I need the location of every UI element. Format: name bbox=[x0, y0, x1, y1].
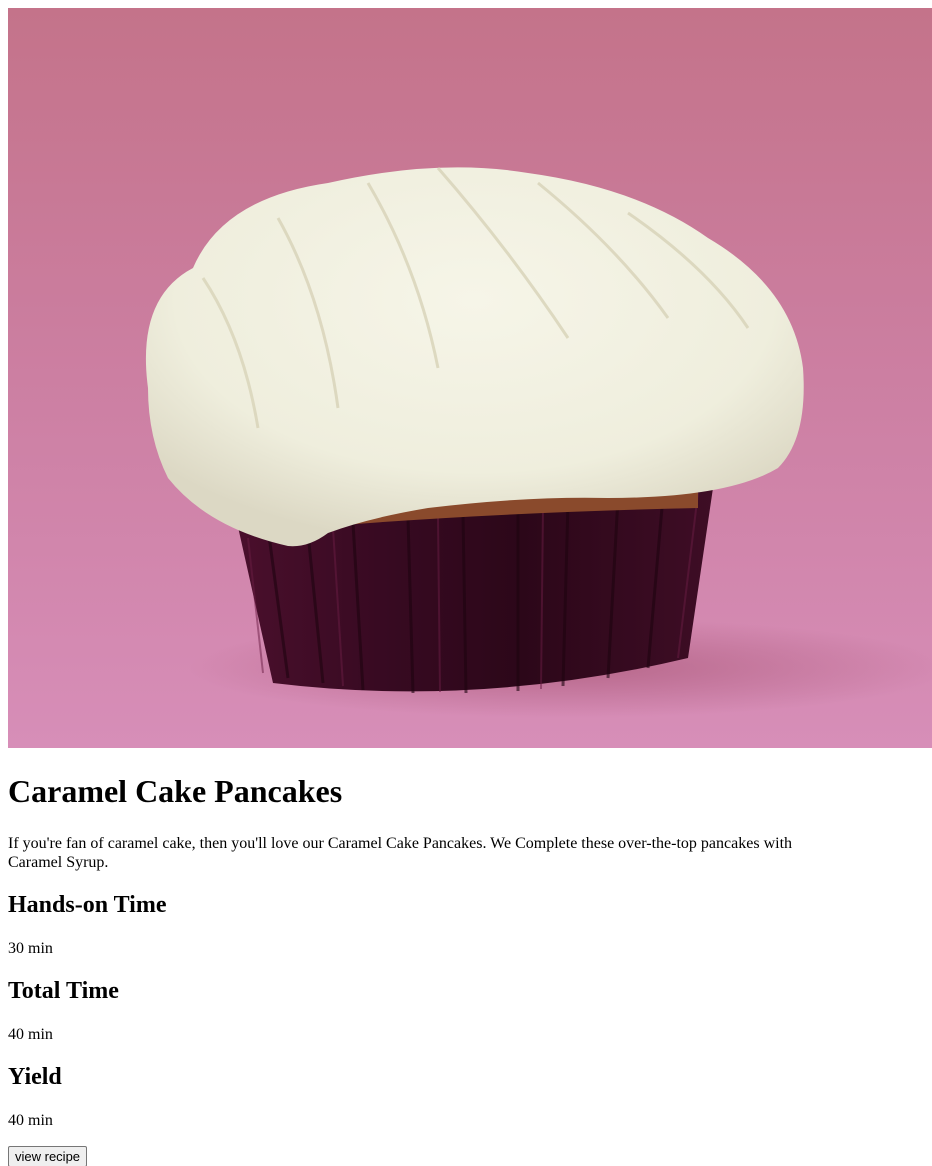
view-recipe-button[interactable]: view recipe bbox=[8, 1146, 88, 1166]
yield-heading: Yield bbox=[8, 1064, 62, 1090]
recipe-card: Caramel Cake Pancakes If you're fan of c… bbox=[0, 0, 932, 1166]
yield-value: 40 min bbox=[8, 1112, 53, 1129]
recipe-description: If you're fan of caramel cake, then you'… bbox=[8, 835, 793, 871]
recipe-title: Caramel Cake Pancakes bbox=[8, 773, 343, 809]
total-time-value: 40 min bbox=[8, 1026, 53, 1043]
total-time-heading: Total Time bbox=[8, 978, 119, 1004]
hands-on-time-heading: Hands-on Time bbox=[8, 892, 167, 918]
hands-on-time-value: 30 min bbox=[8, 940, 53, 957]
cupcake-photo bbox=[8, 8, 932, 748]
